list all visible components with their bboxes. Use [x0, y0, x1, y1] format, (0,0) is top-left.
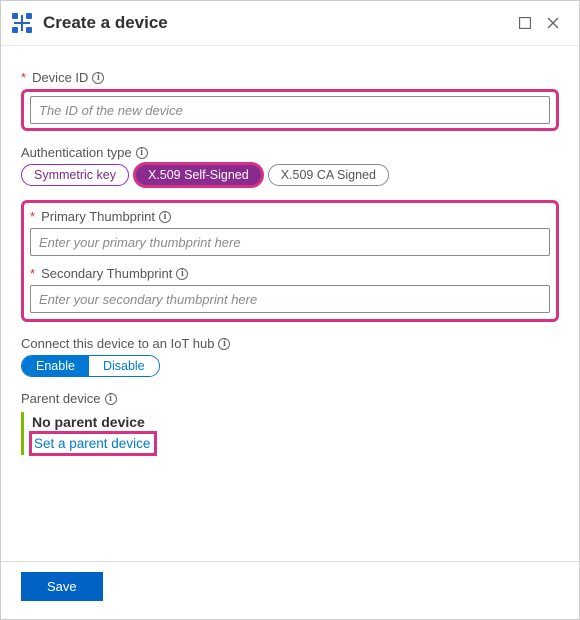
required-marker: * — [30, 266, 35, 281]
iot-hub-section: Connect this device to an IoT hub Enable… — [21, 336, 559, 377]
secondary-thumb-label: Secondary Thumbprint — [41, 266, 172, 281]
iot-hub-label-row: Connect this device to an IoT hub — [21, 336, 559, 351]
primary-thumb-label-row: * Primary Thumbprint — [30, 209, 550, 224]
maximize-icon[interactable] — [511, 9, 539, 37]
secondary-thumb-group: * Secondary Thumbprint — [30, 266, 550, 313]
primary-thumb-group: * Primary Thumbprint — [30, 209, 550, 256]
auth-type-label: Authentication type — [21, 145, 132, 160]
parent-device-label-row: Parent device — [21, 391, 559, 406]
device-icon — [11, 12, 33, 34]
pane-header: Create a device — [1, 1, 579, 46]
info-icon[interactable] — [92, 72, 104, 84]
save-button[interactable]: Save — [21, 572, 103, 601]
info-icon[interactable] — [105, 393, 117, 405]
auth-type-label-row: Authentication type — [21, 145, 559, 160]
iot-hub-toggle[interactable]: Enable Disable — [21, 355, 160, 377]
secondary-thumb-input[interactable] — [30, 285, 550, 313]
footer: Save — [1, 561, 579, 619]
info-icon[interactable] — [159, 211, 171, 223]
device-id-label: Device ID — [32, 70, 88, 85]
info-icon[interactable] — [218, 338, 230, 350]
toggle-enable[interactable]: Enable — [22, 356, 89, 376]
auth-option-x509-ca[interactable]: X.509 CA Signed — [268, 164, 389, 186]
info-icon[interactable] — [176, 268, 188, 280]
device-id-callout — [21, 89, 559, 131]
primary-thumb-label: Primary Thumbprint — [41, 209, 155, 224]
device-id-label-row: * Device ID — [21, 70, 559, 85]
set-parent-device-link[interactable]: Set a parent device — [32, 434, 154, 453]
auth-option-symmetric[interactable]: Symmetric key — [21, 164, 129, 186]
auth-type-section: Authentication type Symmetric key X.509 … — [21, 145, 559, 186]
iot-hub-label: Connect this device to an IoT hub — [21, 336, 214, 351]
info-icon[interactable] — [136, 147, 148, 159]
auth-option-x509-self[interactable]: X.509 Self-Signed — [135, 164, 262, 186]
parent-device-none: No parent device — [32, 414, 559, 430]
close-icon[interactable] — [539, 9, 567, 37]
auth-type-options: Symmetric key X.509 Self-Signed X.509 CA… — [21, 164, 559, 186]
secondary-thumb-label-row: * Secondary Thumbprint — [30, 266, 550, 281]
pane-title: Create a device — [43, 13, 511, 33]
device-id-input[interactable] — [30, 96, 550, 124]
parent-device-label: Parent device — [21, 391, 101, 406]
primary-thumb-input[interactable] — [30, 228, 550, 256]
required-marker: * — [21, 70, 26, 85]
form-body: * Device ID Authentication type Symmetri… — [1, 46, 579, 561]
thumbprints-callout: * Primary Thumbprint * Secondary Thumbpr… — [21, 200, 559, 322]
toggle-disable[interactable]: Disable — [89, 356, 159, 376]
required-marker: * — [30, 209, 35, 224]
parent-device-block: No parent device Set a parent device — [21, 412, 559, 455]
parent-device-section: Parent device No parent device Set a par… — [21, 391, 559, 455]
